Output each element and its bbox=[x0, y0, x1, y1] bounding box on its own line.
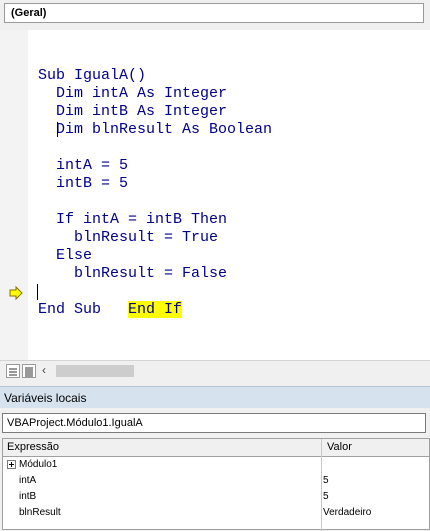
scroll-left-icon[interactable]: ‹ bbox=[42, 363, 46, 377]
locals-grid: Expressão Valor Módulo1 intA 5 intB 5 bl… bbox=[2, 438, 430, 531]
full-module-view-icon[interactable] bbox=[22, 364, 36, 378]
object-procedure-bar: (Geral) bbox=[0, 0, 430, 31]
column-header-expression[interactable]: Expressão bbox=[7, 439, 59, 456]
margin-indicator-bar[interactable] bbox=[0, 30, 29, 360]
scroll-thumb[interactable] bbox=[56, 365, 134, 377]
current-statement-highlight: End If bbox=[128, 301, 183, 318]
locals-row-name: intB bbox=[19, 491, 37, 502]
locals-row-name: Módulo1 bbox=[19, 459, 58, 470]
procedure-view-icon[interactable] bbox=[6, 364, 20, 378]
locals-row-inta[interactable]: intA 5 bbox=[3, 473, 429, 489]
text-cursor bbox=[57, 122, 58, 137]
vba-editor: (Geral) Sub IgualA() Dim intA As Integer… bbox=[0, 0, 430, 531]
horizontal-scrollbar[interactable]: ‹ bbox=[0, 360, 430, 381]
yellow-arrow-icon bbox=[9, 285, 23, 301]
locals-row-name: intA bbox=[19, 475, 37, 486]
code-line-end-if-current[interactable]: End If bbox=[38, 283, 183, 318]
locals-grid-header: Expressão Valor bbox=[3, 439, 429, 457]
text-cursor-bar bbox=[37, 284, 38, 300]
locals-row-value: 5 bbox=[323, 491, 329, 502]
locals-context[interactable]: VBAProject.Módulo1.IgualA bbox=[2, 413, 426, 433]
locals-row-module[interactable]: Módulo1 bbox=[3, 457, 429, 473]
column-header-value[interactable]: Valor bbox=[327, 439, 352, 456]
locals-row-blnresult[interactable]: blnResult Verdadeiro bbox=[3, 505, 429, 521]
locals-row-intb[interactable]: intB 5 bbox=[3, 489, 429, 505]
locals-row-name: blnResult bbox=[19, 507, 61, 518]
code-line-sub[interactable]: Sub IgualA() bbox=[38, 67, 146, 85]
code-line-end-sub[interactable]: End Sub bbox=[38, 301, 101, 319]
code-line-assign-inta[interactable]: intA = 5 bbox=[38, 157, 128, 175]
code-line-if[interactable]: If intA = intB Then bbox=[38, 211, 227, 229]
code-line-assign-intb[interactable]: intB = 5 bbox=[38, 175, 128, 193]
plus-box-icon[interactable] bbox=[7, 460, 16, 469]
object-combo[interactable]: (Geral) bbox=[4, 3, 424, 23]
code-line-dim-inta[interactable]: Dim intA As Integer bbox=[38, 85, 227, 103]
locals-window-title: Variáveis locais bbox=[0, 386, 430, 408]
code-line-dim-intb[interactable]: Dim intB As Integer bbox=[38, 103, 227, 121]
locals-row-value: Verdadeiro bbox=[323, 507, 372, 518]
code-line-else[interactable]: Else bbox=[38, 247, 92, 265]
code-window: Sub IgualA() Dim intA As Integer Dim int… bbox=[0, 30, 430, 381]
code-line-dim-blnresult[interactable]: Dim blnResult As Boolean bbox=[38, 121, 272, 139]
code-line-true[interactable]: blnResult = True bbox=[38, 229, 218, 247]
locals-row-value: 5 bbox=[323, 475, 329, 486]
code-line-false[interactable]: blnResult = False bbox=[38, 265, 227, 283]
code-editor[interactable]: Sub IgualA() Dim intA As Integer Dim int… bbox=[28, 30, 430, 360]
